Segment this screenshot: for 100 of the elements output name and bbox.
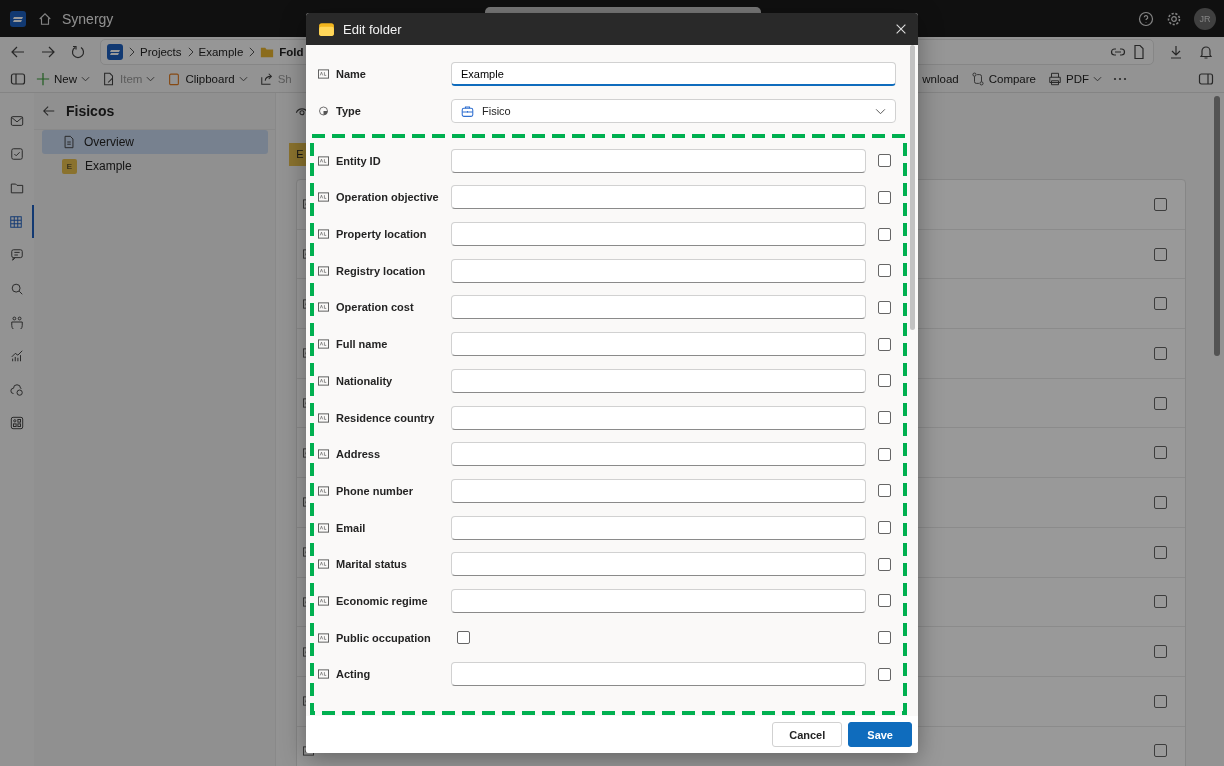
checkbox[interactable] — [878, 227, 891, 241]
tree-item[interactable]: E Example — [42, 154, 268, 178]
checkbox[interactable] — [1154, 297, 1167, 311]
field-label: Registry location — [336, 264, 427, 277]
caret-icon — [238, 76, 248, 82]
field-label: Phone number — [336, 484, 414, 497]
field-label: Acting — [336, 668, 372, 681]
checkbox[interactable] — [1154, 346, 1167, 360]
toolbar-button[interactable]: New — [34, 72, 92, 86]
checkbox[interactable] — [1154, 595, 1167, 609]
checkbox[interactable] — [878, 264, 891, 278]
checkbox[interactable] — [1154, 694, 1167, 708]
text-input[interactable] — [451, 332, 866, 357]
checkbox[interactable] — [457, 631, 470, 645]
download-icon[interactable] — [1168, 43, 1184, 60]
checkbox[interactable] — [878, 337, 891, 351]
document-icon — [62, 135, 76, 149]
checkbox[interactable] — [878, 521, 891, 535]
text-input[interactable] — [451, 405, 866, 430]
checkbox[interactable] — [1154, 744, 1167, 758]
checkbox[interactable] — [878, 447, 891, 461]
checkbox[interactable] — [878, 300, 891, 314]
type-icon — [318, 106, 329, 117]
field-label: Name — [336, 68, 367, 81]
toolbar-button[interactable]: Compare — [968, 72, 1038, 86]
checkbox[interactable] — [878, 190, 891, 204]
text-input[interactable] — [451, 222, 866, 247]
field-label: Marital status — [336, 558, 408, 571]
checkbox[interactable] — [1154, 247, 1167, 261]
back-icon[interactable] — [42, 104, 56, 118]
checkbox[interactable] — [1154, 645, 1167, 659]
document-icon[interactable] — [1131, 43, 1147, 60]
field-label: Full name — [336, 338, 389, 351]
share-icon — [259, 72, 274, 86]
plus-icon — [36, 72, 50, 86]
field-label: Property location — [336, 228, 428, 241]
cancel-button[interactable]: Cancel — [772, 722, 843, 747]
document-edit-icon — [102, 72, 116, 86]
scrollbar[interactable] — [1214, 96, 1220, 356]
text-input[interactable] — [451, 552, 866, 577]
scrollbar[interactable] — [910, 45, 915, 330]
dialog-title: Edit folder — [343, 21, 402, 37]
text-input[interactable] — [451, 588, 866, 613]
checkbox[interactable] — [878, 557, 891, 571]
text-input[interactable] — [451, 185, 866, 210]
breadcrumb-link[interactable]: Fold — [279, 45, 304, 58]
caret-icon — [1093, 76, 1102, 82]
checkbox[interactable] — [878, 374, 891, 388]
text-input[interactable] — [451, 515, 866, 540]
chevron-icon — [128, 46, 135, 57]
panel-toggle-icon[interactable] — [1198, 71, 1214, 87]
checkbox[interactable] — [878, 411, 891, 425]
checkbox[interactable] — [1154, 495, 1167, 509]
field-label: Entity ID — [336, 154, 382, 167]
text-input[interactable] — [451, 442, 866, 467]
home-icon[interactable] — [38, 11, 52, 26]
checkbox[interactable] — [1154, 197, 1167, 211]
field-label: Operation cost — [336, 301, 415, 314]
bell-icon[interactable] — [1198, 43, 1214, 60]
toolbar-button[interactable]: wnload — [920, 73, 961, 85]
text-input[interactable] — [451, 258, 866, 283]
refresh-icon[interactable] — [70, 43, 86, 60]
checkbox[interactable] — [878, 154, 891, 168]
text-input[interactable] — [451, 295, 866, 320]
field-label: Residence country — [336, 411, 436, 424]
toolbar-button[interactable]: PDF — [1046, 72, 1104, 86]
text-input[interactable] — [451, 662, 866, 687]
briefcase-icon — [461, 104, 474, 118]
breadcrumb-link[interactable]: Projects — [140, 45, 182, 58]
tree-item[interactable]: Overview — [42, 130, 268, 154]
field-label: Operation objective — [336, 191, 440, 204]
close-icon[interactable] — [894, 22, 908, 36]
text-input[interactable] — [451, 148, 866, 173]
checkbox[interactable] — [878, 484, 891, 498]
chevron-icon — [248, 46, 256, 57]
checkbox[interactable] — [878, 594, 891, 608]
help-icon[interactable] — [1138, 10, 1154, 27]
name-input[interactable]: Example — [451, 62, 896, 87]
text-input[interactable] — [451, 368, 866, 393]
checkbox[interactable] — [878, 667, 891, 681]
sidebar-toggle-icon[interactable] — [10, 71, 26, 87]
clipboard-icon — [167, 72, 182, 86]
text-input[interactable] — [451, 478, 866, 503]
checkbox[interactable] — [1154, 446, 1167, 460]
field-label: Nationality — [336, 374, 394, 387]
checkbox[interactable] — [878, 631, 891, 645]
save-button[interactable]: Save — [848, 722, 912, 747]
checkbox[interactable] — [1154, 545, 1167, 559]
breadcrumb-link[interactable]: Example — [198, 45, 244, 58]
settings-icon[interactable] — [1166, 10, 1182, 27]
field-label: Address — [336, 448, 382, 461]
checkbox[interactable] — [1154, 396, 1167, 410]
caret-icon — [146, 76, 156, 82]
logo-icon — [107, 43, 123, 60]
field-label: Email — [336, 521, 367, 534]
type-dropdown[interactable]: Fisico — [451, 99, 896, 124]
toolbar-button[interactable]: Clipboard — [165, 72, 250, 86]
caret-icon — [81, 76, 90, 82]
compare-icon — [970, 72, 985, 86]
field-label: Public occupation — [336, 631, 432, 644]
